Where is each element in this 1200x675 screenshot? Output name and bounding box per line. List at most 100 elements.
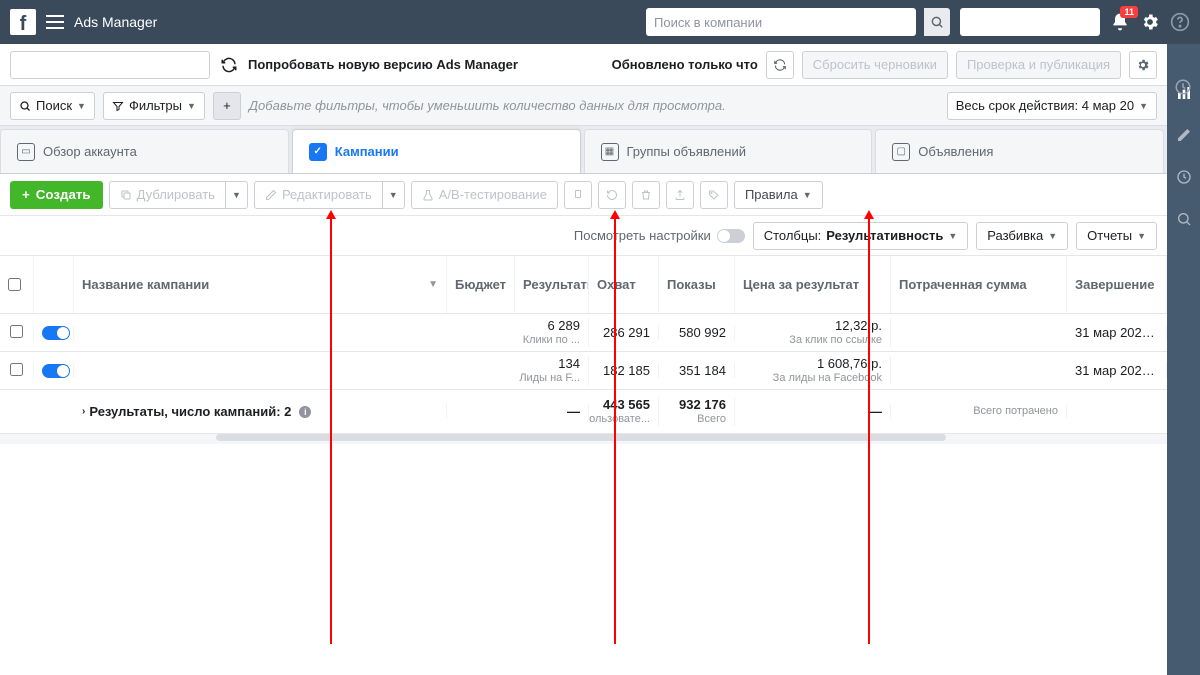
cell-value: — (567, 404, 580, 420)
campaigns-table: Название кампании ▼ Бюджет Результаты Ох… (0, 256, 1167, 675)
company-search-input[interactable]: Поиск в компании (646, 8, 916, 36)
cell-sub: За лиды на Facebook (773, 372, 882, 385)
settings-gear-icon[interactable] (1140, 12, 1160, 32)
col-results[interactable]: Результаты (515, 256, 589, 313)
table-settings-row: Посмотреть настройки Столбцы: Результати… (0, 216, 1167, 256)
tab-label: Кампании (335, 144, 399, 159)
chevron-down-icon: ▼ (1139, 101, 1148, 111)
col-name[interactable]: Название кампании ▼ (74, 256, 447, 313)
chevron-right-icon[interactable]: › (82, 406, 85, 417)
refresh-icon (220, 56, 238, 74)
create-button[interactable]: + Создать (10, 181, 103, 209)
tab-label: Обзор аккаунта (43, 144, 137, 159)
breakdown-label: Разбивка (987, 228, 1043, 243)
top-bar: f Ads Manager Поиск в компании 11 (0, 0, 1200, 44)
chevron-down-icon: ▼ (948, 231, 957, 241)
columns-prefix: Столбцы: (764, 228, 822, 243)
cell-value: 31 мар 2020 г. (1067, 363, 1167, 378)
cell-value: 31 мар 2020 г. (1067, 325, 1167, 340)
filters-dropdown-button[interactable]: Фильтры ▼ (103, 92, 205, 120)
date-range-button[interactable]: Весь срок действия: 4 мар 20 ▼ (947, 92, 1157, 120)
check-icon: ✓ (309, 143, 327, 161)
select-all-checkbox[interactable] (8, 278, 21, 291)
hamburger-icon[interactable] (46, 15, 64, 29)
cell-value: — (869, 404, 882, 420)
copy-action[interactable] (564, 181, 592, 209)
search-label: Поиск (36, 98, 72, 113)
reports-dropdown[interactable]: Отчеты ▼ (1076, 222, 1157, 250)
search-icon[interactable] (924, 8, 950, 36)
row-checkbox[interactable] (10, 325, 23, 338)
reset-drafts-button[interactable]: Сбросить черновики (802, 51, 948, 79)
cell-value: 6 289 (547, 318, 580, 334)
account-picker-input[interactable] (960, 8, 1100, 36)
cell-sub: Пользовате... (589, 413, 650, 426)
horizontal-scrollbar[interactable] (0, 434, 1167, 444)
duplicate-dropdown[interactable]: ▼ (226, 181, 248, 209)
breakdown-dropdown[interactable]: Разбивка ▼ (976, 222, 1068, 250)
app-title: Ads Manager (74, 14, 157, 30)
account-selector[interactable] (10, 51, 210, 79)
card-icon: ▭ (17, 143, 35, 161)
col-impressions[interactable]: Показы (659, 256, 735, 313)
col-end[interactable]: Завершение (1067, 256, 1167, 313)
row-status-toggle[interactable] (42, 364, 70, 378)
table-row[interactable]: 6 289Клики по ... 286 291 580 992 12,32 … (0, 314, 1167, 352)
help-icon[interactable] (1170, 12, 1190, 32)
columns-dropdown[interactable]: Столбцы: Результативность ▼ (753, 222, 969, 250)
search-sidebar-icon[interactable] (1175, 210, 1193, 228)
cell-sub: Всего (697, 413, 726, 426)
cell-value: 286 291 (589, 325, 659, 340)
col-reach[interactable]: Охват (589, 256, 659, 313)
edit-dropdown[interactable]: ▼ (383, 181, 405, 209)
reports-label: Отчеты (1087, 228, 1132, 243)
cell-value: 12,32 р. (835, 318, 882, 334)
col-budget[interactable]: Бюджет (447, 256, 515, 313)
cell-value: 182 185 (589, 363, 659, 378)
rules-dropdown[interactable]: Правила ▼ (734, 181, 823, 209)
add-filter-button[interactable]: + (213, 92, 241, 120)
col-name-label: Название кампании (82, 277, 209, 292)
tab-account-overview[interactable]: ▭ Обзор аккаунта (0, 129, 289, 173)
tag-action[interactable] (700, 181, 728, 209)
date-range-label: Весь срок действия: 4 мар 20 (956, 98, 1134, 113)
refresh-button[interactable] (766, 51, 794, 79)
pencil-icon[interactable] (1175, 126, 1193, 144)
row-status-toggle[interactable] (42, 326, 70, 340)
review-publish-button[interactable]: Проверка и публикация (956, 51, 1121, 79)
notifications-icon[interactable]: 11 (1110, 12, 1130, 32)
view-settings-label: Посмотреть настройки (574, 228, 711, 243)
info-icon[interactable]: i (299, 406, 311, 418)
facebook-logo[interactable]: f (10, 9, 36, 35)
tab-adsets[interactable]: ▦ Группы объявлений (584, 129, 873, 173)
filter-bar: Поиск ▼ Фильтры ▼ + Добавьте фильтры, чт… (0, 86, 1167, 126)
cell-value: 134 (558, 356, 580, 372)
history-panel-icon[interactable] (1174, 78, 1192, 96)
view-settings-switch[interactable] (717, 229, 745, 243)
table-row[interactable]: 134Лиды на F... 182 185 351 184 1 608,76… (0, 352, 1167, 390)
updated-label: Обновлено только что (612, 57, 758, 72)
sort-desc-icon: ▼ (428, 279, 438, 290)
notification-badge: 11 (1120, 6, 1138, 18)
settings-button[interactable] (1129, 51, 1157, 79)
abtest-button[interactable]: A/B-тестирование (411, 181, 558, 209)
clock-icon[interactable] (1175, 168, 1193, 186)
level-tabs: ▭ Обзор аккаунта ✓ Кампании ▦ Группы объ… (0, 126, 1167, 174)
chevron-down-icon: ▼ (1048, 231, 1057, 241)
try-new-version-link[interactable]: Попробовать новую версию Ads Manager (248, 57, 518, 72)
undo-action[interactable] (598, 181, 626, 209)
tab-ads[interactable]: ▢ Объявления (875, 129, 1164, 173)
col-spent[interactable]: Потраченная сумма (891, 256, 1067, 313)
columns-value: Результативность (826, 228, 943, 243)
annotation-arrow (614, 218, 616, 644)
cell-sub: Клики по ... (523, 334, 580, 347)
export-action[interactable] (666, 181, 694, 209)
row-checkbox[interactable] (10, 363, 23, 376)
duplicate-button[interactable]: Дублировать (109, 181, 226, 209)
search-dropdown-button[interactable]: Поиск ▼ (10, 92, 95, 120)
delete-action[interactable] (632, 181, 660, 209)
plus-icon: + (22, 187, 30, 202)
tab-campaigns[interactable]: ✓ Кампании (292, 129, 581, 173)
edit-button[interactable]: Редактировать (254, 181, 383, 209)
abtest-label: A/B-тестирование (439, 187, 547, 202)
